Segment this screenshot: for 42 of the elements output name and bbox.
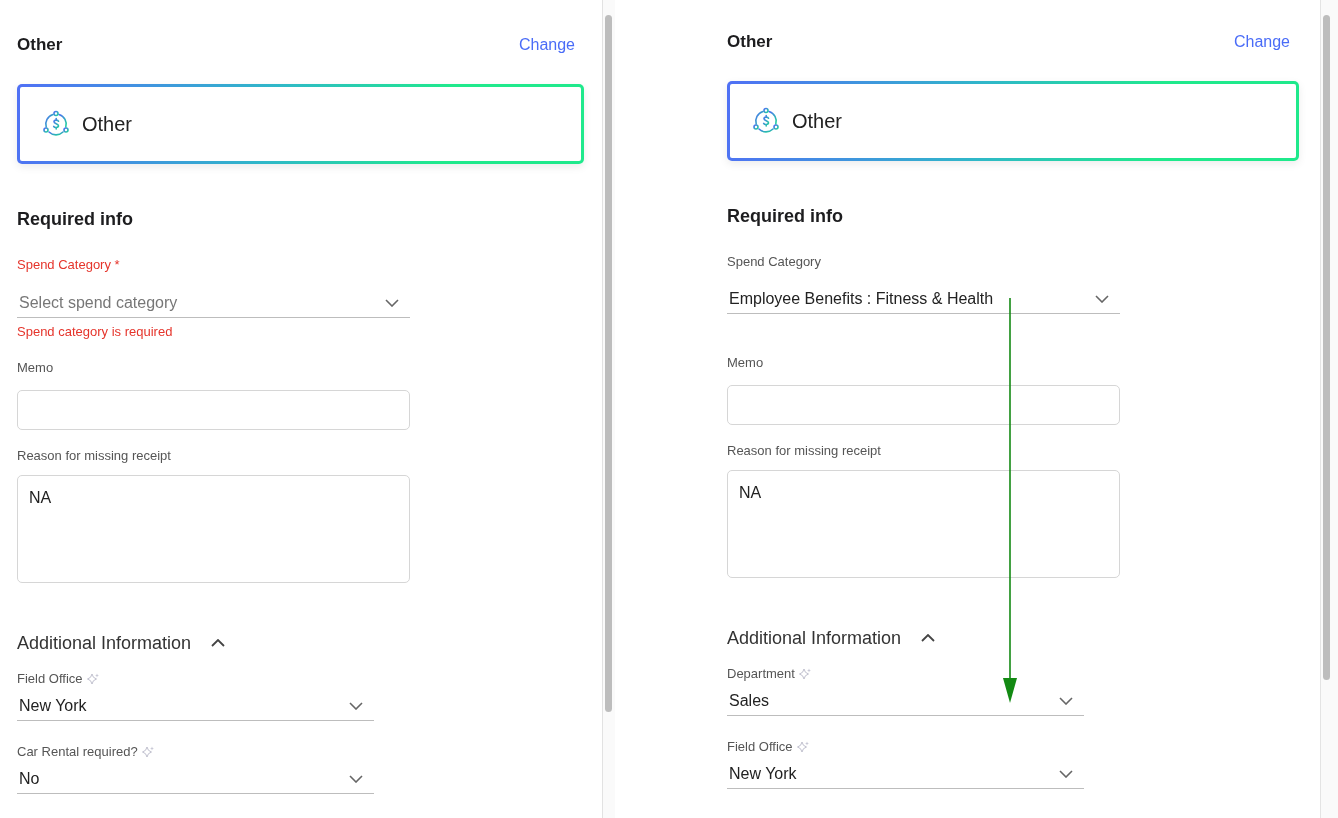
section-heading: Required info [727,205,844,227]
error-message: Spend category is required [17,324,173,340]
field-label: Field Office [17,670,83,688]
chevron-down-icon [349,775,363,783]
text-area[interactable]: NA [17,475,410,583]
section-title: Other [17,35,63,55]
category-card[interactable]: Other [17,84,584,164]
chevron-down-icon [1059,697,1073,705]
select-field[interactable]: New York [17,692,374,721]
chevron-up-icon[interactable] [921,634,936,642]
scrollbar-thumb[interactable] [605,15,612,712]
section-heading: Additional Information [727,627,902,649]
field-label: Spend Category * [17,256,120,274]
section-title: Other [727,32,773,52]
money-cycle-icon [752,107,780,135]
category-card[interactable]: Other [727,81,1299,161]
chevron-down-icon [1095,294,1109,303]
field-label: Memo [17,359,54,377]
field-label: Department [727,665,795,683]
section-heading: Additional Information [17,632,192,654]
text-input[interactable] [17,390,410,430]
field-label: Reason for missing receipt [17,447,171,465]
chevron-down-icon [1059,770,1073,778]
money-cycle-icon [42,110,70,138]
field-label: Car Rental required? [17,743,138,761]
select-field[interactable]: Employee Benefits : Fitness & Health [727,284,1120,314]
select-field[interactable]: Select spend category [17,288,410,318]
chevron-down-icon [349,702,363,710]
chevron-down-icon [385,298,399,307]
field-label: Spend Category [727,253,821,271]
select-field[interactable]: No [17,765,374,794]
field-label: Reason for missing receipt [727,442,881,460]
chevron-up-icon[interactable] [211,639,226,647]
scrollbar-thumb[interactable] [1323,15,1330,680]
field-label: Memo [727,354,764,372]
section-heading: Required info [17,208,134,230]
field-label: Field Office [727,738,793,756]
text-area[interactable]: NA [727,470,1120,578]
change-link[interactable]: Change [1233,33,1290,51]
change-link[interactable]: Change [518,36,575,54]
select-field[interactable]: New York [727,760,1084,789]
text-input[interactable] [727,385,1120,425]
